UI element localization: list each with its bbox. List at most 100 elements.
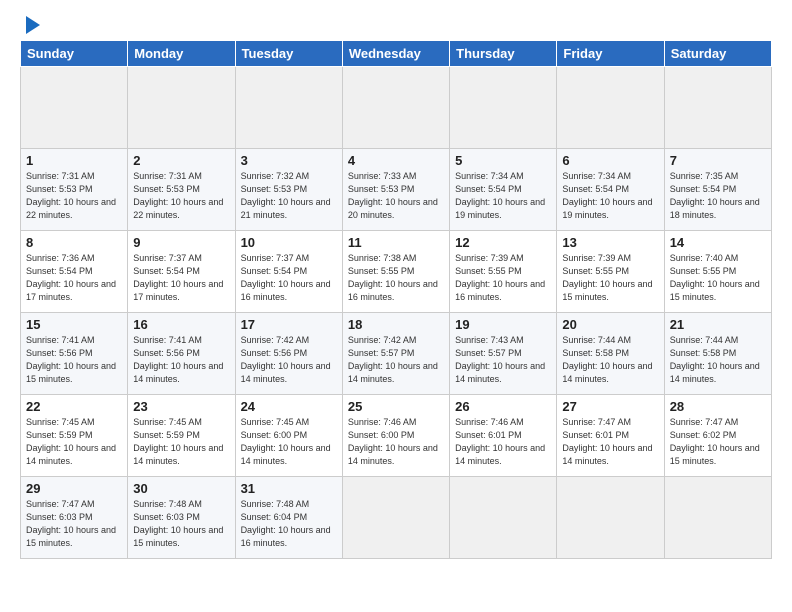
day-number: 5 [455, 153, 551, 168]
cell-info: Sunrise: 7:34 AMSunset: 5:54 PMDaylight:… [455, 170, 551, 222]
day-header-friday: Friday [557, 41, 664, 67]
calendar-cell [664, 477, 771, 559]
day-header-thursday: Thursday [450, 41, 557, 67]
calendar-header-row: SundayMondayTuesdayWednesdayThursdayFrid… [21, 41, 772, 67]
calendar-week-5: 29 Sunrise: 7:47 AMSunset: 6:03 PMDayligh… [21, 477, 772, 559]
day-number: 29 [26, 481, 122, 496]
calendar-cell: 1 Sunrise: 7:31 AMSunset: 5:53 PMDaylight… [21, 149, 128, 231]
logo-arrow-icon [26, 16, 40, 34]
calendar-week-1: 1 Sunrise: 7:31 AMSunset: 5:53 PMDaylight… [21, 149, 772, 231]
cell-info: Sunrise: 7:44 AMSunset: 5:58 PMDaylight:… [670, 334, 766, 386]
cell-info: Sunrise: 7:45 AMSunset: 5:59 PMDaylight:… [26, 416, 122, 468]
day-number: 11 [348, 235, 444, 250]
day-number: 7 [670, 153, 766, 168]
day-number: 4 [348, 153, 444, 168]
calendar-cell: 4 Sunrise: 7:33 AMSunset: 5:53 PMDaylight… [342, 149, 449, 231]
cell-info: Sunrise: 7:32 AMSunset: 5:53 PMDaylight:… [241, 170, 337, 222]
day-number: 30 [133, 481, 229, 496]
day-number: 18 [348, 317, 444, 332]
cell-info: Sunrise: 7:45 AMSunset: 6:00 PMDaylight:… [241, 416, 337, 468]
header [20, 18, 772, 34]
calendar-week-3: 15 Sunrise: 7:41 AMSunset: 5:56 PMDayligh… [21, 313, 772, 395]
cell-info: Sunrise: 7:33 AMSunset: 5:53 PMDaylight:… [348, 170, 444, 222]
calendar-page: SundayMondayTuesdayWednesdayThursdayFrid… [0, 0, 792, 612]
cell-info: Sunrise: 7:31 AMSunset: 5:53 PMDaylight:… [133, 170, 229, 222]
calendar-cell: 30 Sunrise: 7:48 AMSunset: 6:03 PMDayligh… [128, 477, 235, 559]
day-number: 23 [133, 399, 229, 414]
cell-info: Sunrise: 7:39 AMSunset: 5:55 PMDaylight:… [562, 252, 658, 304]
calendar-cell: 8 Sunrise: 7:36 AMSunset: 5:54 PMDaylight… [21, 231, 128, 313]
cell-info: Sunrise: 7:41 AMSunset: 5:56 PMDaylight:… [26, 334, 122, 386]
calendar-cell [557, 67, 664, 149]
day-number: 21 [670, 317, 766, 332]
cell-info: Sunrise: 7:37 AMSunset: 5:54 PMDaylight:… [133, 252, 229, 304]
cell-info: Sunrise: 7:42 AMSunset: 5:57 PMDaylight:… [348, 334, 444, 386]
calendar-cell: 19 Sunrise: 7:43 AMSunset: 5:57 PMDayligh… [450, 313, 557, 395]
calendar-cell: 26 Sunrise: 7:46 AMSunset: 6:01 PMDayligh… [450, 395, 557, 477]
calendar-cell [664, 67, 771, 149]
cell-info: Sunrise: 7:46 AMSunset: 6:01 PMDaylight:… [455, 416, 551, 468]
cell-info: Sunrise: 7:37 AMSunset: 5:54 PMDaylight:… [241, 252, 337, 304]
cell-info: Sunrise: 7:31 AMSunset: 5:53 PMDaylight:… [26, 170, 122, 222]
calendar-cell: 16 Sunrise: 7:41 AMSunset: 5:56 PMDayligh… [128, 313, 235, 395]
day-number: 1 [26, 153, 122, 168]
day-number: 26 [455, 399, 551, 414]
calendar-week-0 [21, 67, 772, 149]
calendar-cell: 2 Sunrise: 7:31 AMSunset: 5:53 PMDaylight… [128, 149, 235, 231]
calendar-cell: 24 Sunrise: 7:45 AMSunset: 6:00 PMDayligh… [235, 395, 342, 477]
cell-info: Sunrise: 7:47 AMSunset: 6:03 PMDaylight:… [26, 498, 122, 550]
cell-info: Sunrise: 7:47 AMSunset: 6:01 PMDaylight:… [562, 416, 658, 468]
calendar-cell: 31 Sunrise: 7:48 AMSunset: 6:04 PMDayligh… [235, 477, 342, 559]
calendar-cell [235, 67, 342, 149]
calendar-cell: 20Sunrise: 7:44 AMSunset: 5:58 PMDayligh… [557, 313, 664, 395]
calendar-cell [128, 67, 235, 149]
calendar-cell [557, 477, 664, 559]
calendar-cell: 28 Sunrise: 7:47 AMSunset: 6:02 PMDayligh… [664, 395, 771, 477]
calendar-cell: 9 Sunrise: 7:37 AMSunset: 5:54 PMDaylight… [128, 231, 235, 313]
calendar-cell [21, 67, 128, 149]
day-number: 31 [241, 481, 337, 496]
day-number: 25 [348, 399, 444, 414]
calendar-cell: 15 Sunrise: 7:41 AMSunset: 5:56 PMDayligh… [21, 313, 128, 395]
calendar-cell: 13Sunrise: 7:39 AMSunset: 5:55 PMDayligh… [557, 231, 664, 313]
calendar-cell: 10Sunrise: 7:37 AMSunset: 5:54 PMDayligh… [235, 231, 342, 313]
cell-info: Sunrise: 7:38 AMSunset: 5:55 PMDaylight:… [348, 252, 444, 304]
day-number: 9 [133, 235, 229, 250]
logo [20, 18, 40, 34]
cell-info: Sunrise: 7:48 AMSunset: 6:03 PMDaylight:… [133, 498, 229, 550]
day-number: 8 [26, 235, 122, 250]
day-number: 15 [26, 317, 122, 332]
day-header-sunday: Sunday [21, 41, 128, 67]
cell-info: Sunrise: 7:43 AMSunset: 5:57 PMDaylight:… [455, 334, 551, 386]
cell-info: Sunrise: 7:47 AMSunset: 6:02 PMDaylight:… [670, 416, 766, 468]
day-number: 14 [670, 235, 766, 250]
calendar-cell: 29 Sunrise: 7:47 AMSunset: 6:03 PMDayligh… [21, 477, 128, 559]
day-number: 2 [133, 153, 229, 168]
day-number: 28 [670, 399, 766, 414]
cell-info: Sunrise: 7:39 AMSunset: 5:55 PMDaylight:… [455, 252, 551, 304]
calendar-cell: 3 Sunrise: 7:32 AMSunset: 5:53 PMDaylight… [235, 149, 342, 231]
day-number: 27 [562, 399, 658, 414]
day-number: 16 [133, 317, 229, 332]
day-number: 24 [241, 399, 337, 414]
day-header-saturday: Saturday [664, 41, 771, 67]
day-header-wednesday: Wednesday [342, 41, 449, 67]
calendar-week-4: 22Sunrise: 7:45 AMSunset: 5:59 PMDayligh… [21, 395, 772, 477]
cell-info: Sunrise: 7:41 AMSunset: 5:56 PMDaylight:… [133, 334, 229, 386]
cell-info: Sunrise: 7:34 AMSunset: 5:54 PMDaylight:… [562, 170, 658, 222]
calendar-cell [342, 67, 449, 149]
day-number: 3 [241, 153, 337, 168]
calendar-cell: 12 Sunrise: 7:39 AMSunset: 5:55 PMDayligh… [450, 231, 557, 313]
calendar-cell [450, 477, 557, 559]
day-number: 20 [562, 317, 658, 332]
calendar-cell: 25 Sunrise: 7:46 AMSunset: 6:00 PMDayligh… [342, 395, 449, 477]
day-number: 19 [455, 317, 551, 332]
calendar-cell: 27 Sunrise: 7:47 AMSunset: 6:01 PMDayligh… [557, 395, 664, 477]
cell-info: Sunrise: 7:48 AMSunset: 6:04 PMDaylight:… [241, 498, 337, 550]
calendar-cell: 7Sunrise: 7:35 AMSunset: 5:54 PMDaylight… [664, 149, 771, 231]
cell-info: Sunrise: 7:46 AMSunset: 6:00 PMDaylight:… [348, 416, 444, 468]
cell-info: Sunrise: 7:36 AMSunset: 5:54 PMDaylight:… [26, 252, 122, 304]
calendar-cell: 11 Sunrise: 7:38 AMSunset: 5:55 PMDayligh… [342, 231, 449, 313]
day-number: 12 [455, 235, 551, 250]
cell-info: Sunrise: 7:45 AMSunset: 5:59 PMDaylight:… [133, 416, 229, 468]
